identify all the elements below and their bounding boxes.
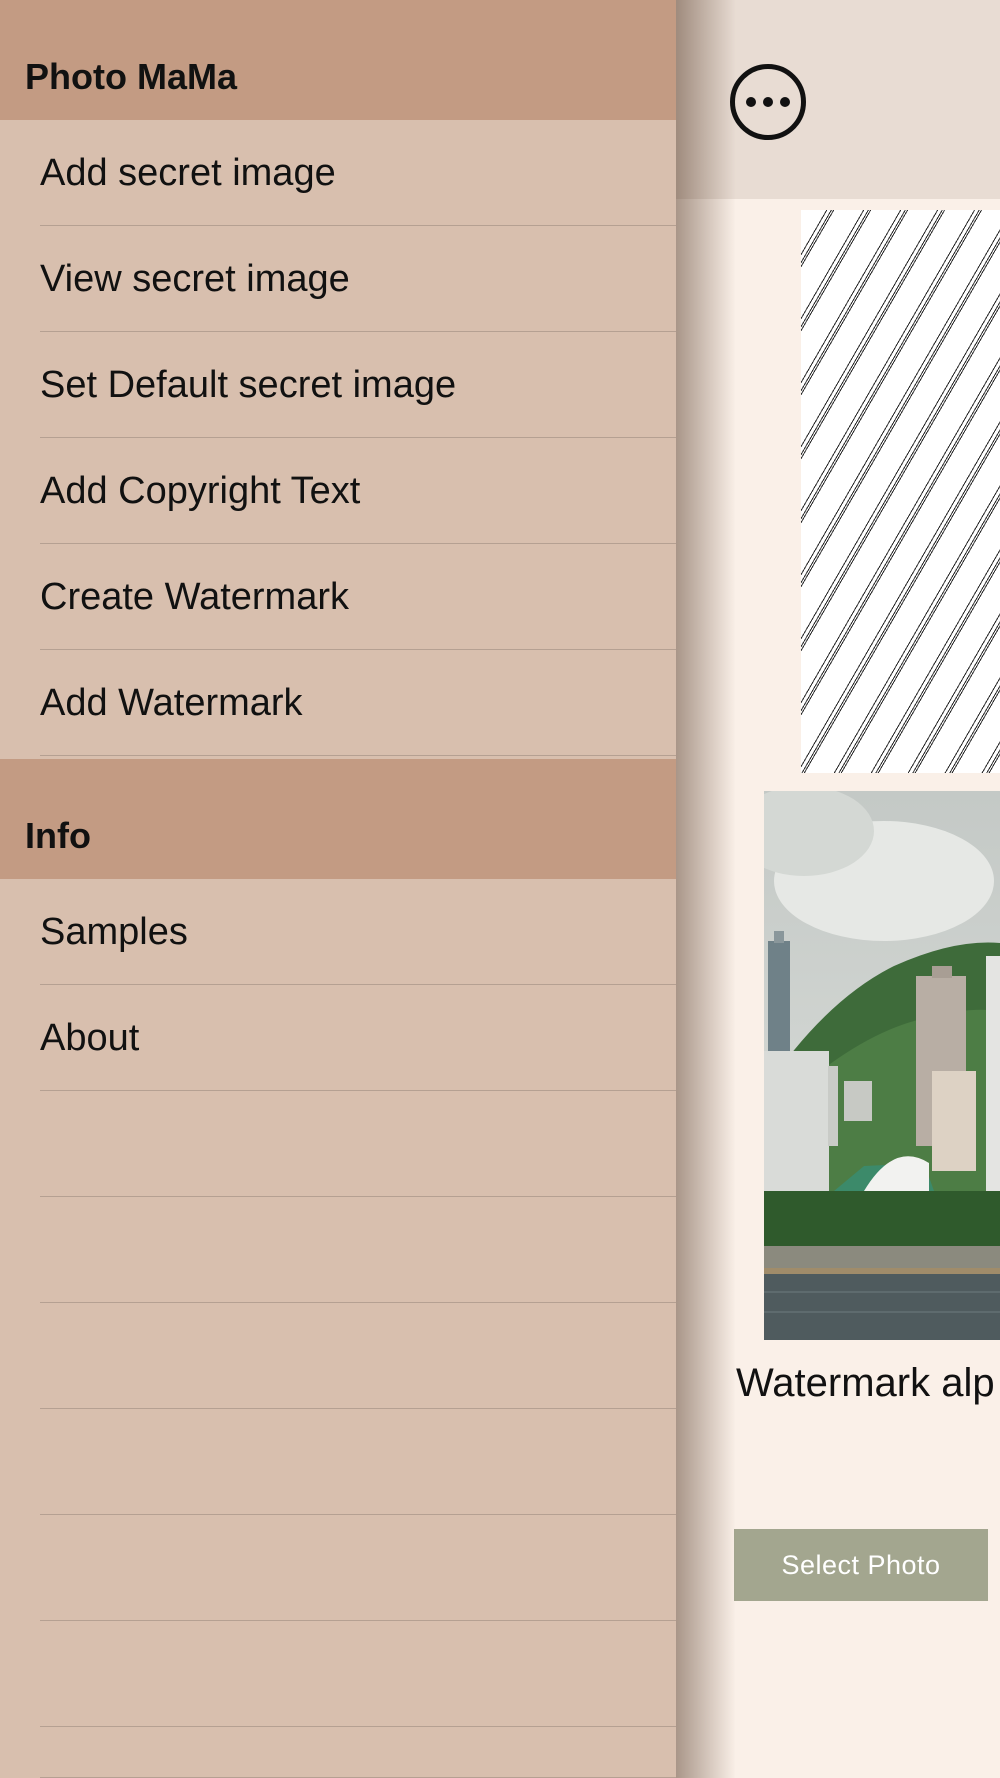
menu-item-label: Add secret image bbox=[40, 152, 336, 194]
menu-item-empty bbox=[0, 1515, 676, 1621]
menu-item-about[interactable]: About bbox=[0, 985, 676, 1091]
watermark-alpha-label: Watermark alp bbox=[736, 1361, 995, 1405]
menu-item-set-default-secret-image[interactable]: Set Default secret image bbox=[0, 332, 676, 438]
menu-item-empty bbox=[0, 1409, 676, 1515]
watermark-pattern-preview[interactable] bbox=[801, 210, 1000, 773]
menu-item-label: Add Copyright Text bbox=[40, 470, 361, 512]
menu-item-label: About bbox=[40, 1017, 140, 1059]
menu-item-add-secret-image[interactable]: Add secret image bbox=[0, 120, 676, 226]
menu-item-empty bbox=[0, 1197, 676, 1303]
menu-item-create-watermark[interactable]: Create Watermark bbox=[0, 544, 676, 650]
section-title: Photo MaMa bbox=[25, 56, 237, 97]
section-title: Info bbox=[25, 815, 91, 856]
menu-item-label: View secret image bbox=[40, 258, 350, 300]
menu-item-label: Create Watermark bbox=[40, 576, 349, 618]
more-options-icon[interactable] bbox=[730, 64, 806, 140]
sample-photo-preview[interactable] bbox=[764, 791, 1000, 1340]
menu-item-label: Add Watermark bbox=[40, 682, 303, 724]
menu-item-empty bbox=[0, 1727, 676, 1778]
menu-item-add-copyright-text[interactable]: Add Copyright Text bbox=[0, 438, 676, 544]
menu-item-label: Samples bbox=[40, 911, 188, 953]
drawer-shadow bbox=[676, 0, 736, 1778]
side-drawer: Photo MaMa Add secret image View secret … bbox=[0, 0, 676, 1778]
menu-item-empty bbox=[0, 1621, 676, 1727]
menu-item-view-secret-image[interactable]: View secret image bbox=[0, 226, 676, 332]
select-photo-button[interactable]: Select Photo bbox=[734, 1529, 988, 1601]
menu-item-empty bbox=[0, 1091, 676, 1197]
section-header-photo-mama: Photo MaMa bbox=[0, 0, 676, 120]
menu-item-empty bbox=[0, 1303, 676, 1409]
section-header-info: Info bbox=[0, 759, 676, 879]
menu-item-add-watermark[interactable]: Add Watermark bbox=[0, 650, 676, 756]
menu-item-samples[interactable]: Samples bbox=[0, 879, 676, 985]
menu-item-label: Set Default secret image bbox=[40, 364, 457, 406]
